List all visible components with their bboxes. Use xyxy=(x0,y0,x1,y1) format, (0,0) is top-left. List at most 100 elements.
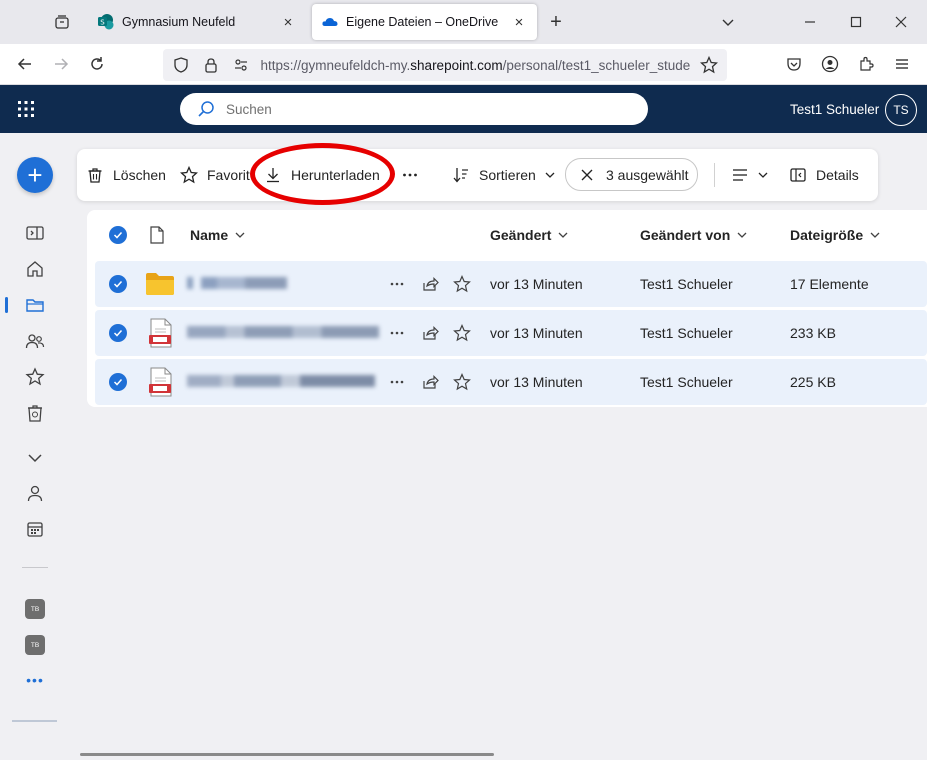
favorite-label: Favorit xyxy=(207,167,250,183)
site-badge[interactable]: TB xyxy=(25,599,45,619)
tab-label: Gymnasium Neufeld xyxy=(122,15,236,29)
more-sites-icon[interactable]: ••• xyxy=(25,672,45,688)
collapse-nav-icon[interactable] xyxy=(23,221,47,245)
person-icon[interactable] xyxy=(23,481,47,505)
reload-icon[interactable] xyxy=(83,50,111,78)
browser-nav-bar: https://gymneufeldch-my.sharepoint.com/p… xyxy=(0,44,927,85)
folder-icon xyxy=(145,272,175,296)
favorite-star-icon[interactable] xyxy=(450,370,474,394)
tab-onedrive[interactable]: Eigene Dateien – OneDrive × xyxy=(312,4,537,40)
more-options-icon[interactable] xyxy=(385,370,409,394)
more-options-icon[interactable] xyxy=(385,272,409,296)
favorite-button[interactable]: Favorit xyxy=(179,162,250,188)
back-arrow-icon[interactable] xyxy=(11,50,39,78)
delete-label: Löschen xyxy=(113,167,166,183)
modified-by-cell[interactable]: Test1 Schueler xyxy=(640,374,733,390)
blurred-file-name[interactable] xyxy=(187,375,375,387)
address-bar[interactable]: https://gymneufeldch-my.sharepoint.com/p… xyxy=(163,49,727,81)
left-rail: + TB TB ••• xyxy=(0,133,70,760)
close-icon xyxy=(578,166,596,184)
tab-overflow-chevron-icon[interactable] xyxy=(714,8,742,36)
my-files-folder-icon[interactable] xyxy=(23,293,47,317)
details-pane-icon xyxy=(788,165,808,185)
bookmark-star-icon[interactable] xyxy=(697,53,721,77)
command-bar: Löschen Favorit Herunterladen Sortieren … xyxy=(77,149,878,201)
pocket-icon[interactable] xyxy=(780,50,808,78)
close-tab-icon[interactable]: × xyxy=(511,14,527,31)
modified-cell: vor 13 Minuten xyxy=(490,325,583,341)
row-checkbox[interactable] xyxy=(109,275,127,293)
shield-icon[interactable] xyxy=(169,53,193,77)
home-icon[interactable] xyxy=(23,257,47,281)
row-checkbox[interactable] xyxy=(109,373,127,391)
column-header-name[interactable]: Name xyxy=(190,227,246,243)
account-icon[interactable] xyxy=(816,50,844,78)
file-type-header-icon[interactable] xyxy=(149,225,165,245)
column-header-modified-by[interactable]: Geändert von xyxy=(640,227,748,243)
app-launcher-icon[interactable] xyxy=(14,97,38,121)
details-button[interactable]: Details xyxy=(788,162,859,188)
view-options-button[interactable] xyxy=(731,162,769,188)
select-all-checkbox[interactable] xyxy=(109,226,127,244)
horizontal-scrollbar[interactable] xyxy=(80,753,494,756)
url-host: sharepoint.com xyxy=(410,57,503,73)
table-row[interactable]: vor 13 Minuten Test1 Schueler 225 KB xyxy=(95,359,927,405)
blurred-file-name[interactable] xyxy=(187,326,379,338)
blurred-file-name[interactable] xyxy=(187,277,287,289)
avatar[interactable]: TS xyxy=(885,94,917,126)
search-box[interactable] xyxy=(180,93,648,125)
download-button[interactable]: Herunterladen xyxy=(263,162,380,188)
more-options-icon[interactable] xyxy=(385,321,409,345)
sort-icon xyxy=(451,165,471,185)
command-separator xyxy=(714,163,715,187)
extensions-icon[interactable] xyxy=(852,50,880,78)
url-path: /personal/test1_schueler_stude xyxy=(502,57,691,73)
more-actions-icon[interactable] xyxy=(401,162,419,188)
row-checkbox[interactable] xyxy=(109,324,127,342)
permissions-icon[interactable] xyxy=(229,53,253,77)
menu-icon[interactable] xyxy=(888,50,916,78)
browser-tab-bar: S Gymnasium Neufeld × Eigene Dateien – O… xyxy=(0,0,927,44)
download-icon xyxy=(263,165,283,185)
download-label: Herunterladen xyxy=(291,167,380,183)
new-tab-icon[interactable]: + xyxy=(544,10,568,34)
site-badge[interactable]: TB xyxy=(25,635,45,655)
close-tab-icon[interactable]: × xyxy=(280,14,296,31)
url-text[interactable]: https://gymneufeldch-my.sharepoint.com/p… xyxy=(260,58,697,73)
sort-button[interactable]: Sortieren xyxy=(451,162,556,188)
search-input[interactable] xyxy=(226,101,626,117)
close-window-icon[interactable] xyxy=(887,8,915,36)
clear-selection-button[interactable]: 3 ausgewählt xyxy=(565,158,698,191)
recycle-bin-icon[interactable] xyxy=(23,401,47,425)
table-row[interactable]: vor 13 Minuten Test1 Schueler 233 KB xyxy=(95,310,927,356)
maximize-icon[interactable] xyxy=(842,8,870,36)
chevron-down-icon[interactable] xyxy=(23,446,47,470)
share-icon[interactable] xyxy=(418,272,442,296)
favorites-star-icon[interactable] xyxy=(23,365,47,389)
forward-arrow-icon[interactable] xyxy=(47,50,75,78)
onedrive-icon xyxy=(322,14,338,30)
lock-icon[interactable] xyxy=(199,53,223,77)
favorite-star-icon[interactable] xyxy=(450,272,474,296)
minimize-icon[interactable] xyxy=(796,8,824,36)
calendar-icon[interactable] xyxy=(23,517,47,541)
share-icon[interactable] xyxy=(418,370,442,394)
tab-gymnasium-neufeld[interactable]: S Gymnasium Neufeld × xyxy=(88,4,306,40)
column-header-size[interactable]: Dateigröße xyxy=(790,227,881,243)
chevron-down-icon xyxy=(870,232,880,238)
modified-by-cell[interactable]: Test1 Schueler xyxy=(640,276,733,292)
column-header-modified[interactable]: Geändert xyxy=(490,227,569,243)
chevron-down-icon xyxy=(758,172,768,178)
share-icon[interactable] xyxy=(418,321,442,345)
delete-button[interactable]: Löschen xyxy=(85,162,166,188)
tab-list-icon[interactable] xyxy=(48,8,76,36)
table-row[interactable]: vor 13 Minuten Test1 Schueler 17 Element… xyxy=(95,261,927,307)
shared-people-icon[interactable] xyxy=(23,329,47,353)
trash-icon xyxy=(85,165,105,185)
create-new-button[interactable]: + xyxy=(17,157,53,193)
star-icon xyxy=(179,165,199,185)
modified-by-cell[interactable]: Test1 Schueler xyxy=(640,325,733,341)
size-cell: 233 KB xyxy=(790,325,836,341)
list-view-icon xyxy=(733,169,747,181)
favorite-star-icon[interactable] xyxy=(450,321,474,345)
